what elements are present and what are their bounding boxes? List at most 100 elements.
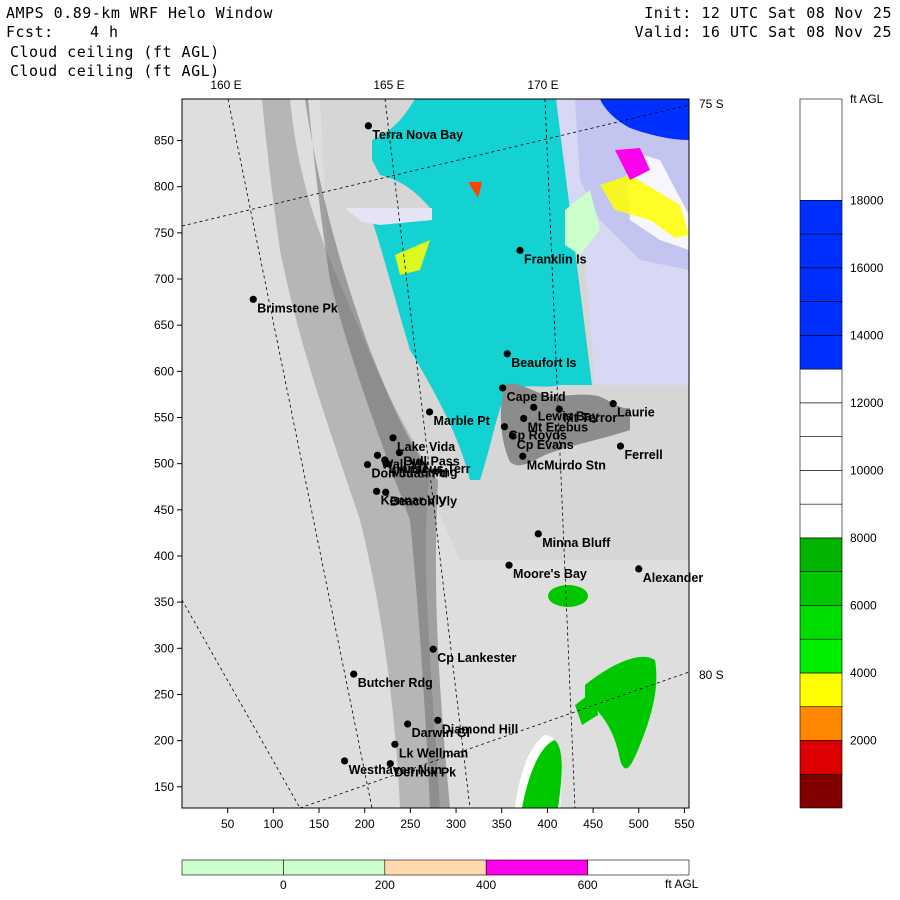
place-label: Cp Evans [517,438,574,452]
bottom-bar-label: 200 [375,878,395,892]
ceiling-patch-green-1 [548,585,588,607]
place-marker [364,122,372,130]
y-tick-label: 350 [154,595,174,609]
colorbar-segment [799,773,843,809]
place-marker [381,456,389,464]
place-marker [373,451,382,459]
place-label: Beaufort Is [511,356,576,370]
place-label: Butcher Rdg [358,676,433,690]
latitude-label: 75 S [699,97,724,111]
colorbar-segment [799,335,843,370]
colorbar-label: 12000 [850,396,884,410]
place-label: Moore's Bay [513,567,587,581]
y-tick-label: 500 [154,457,174,471]
place-marker [616,442,625,450]
x-tick-label: 50 [221,817,235,831]
y-axis: 150 200 250 300 350 400 450 500 550 600 650 700 750 8… [154,134,182,794]
place-marker [500,423,509,431]
colorbar-segment [799,98,843,201]
place-marker [503,350,511,358]
bottom-bar-label: 0 [280,878,287,892]
x-tick-label: 500 [629,817,649,831]
place-label: Cape Bird [507,390,566,404]
place-label: Franklin Is [524,252,587,266]
colorbar-label: 18000 [850,193,884,207]
place-marker [509,432,517,440]
place-label: Cp Lankester [437,651,516,665]
place-marker [404,720,412,728]
colorbar-label: 6000 [850,598,877,612]
place-marker [382,488,390,496]
colorbar-segment [799,706,843,741]
x-tick-label: 550 [674,817,694,831]
place-marker [425,408,434,416]
x-tick-label: 200 [355,817,375,831]
x-tick-label: 450 [583,817,603,831]
x-tick-label: 300 [446,817,466,831]
colorbar-label: 16000 [850,261,884,275]
y-tick-label: 850 [154,134,174,148]
colorbar-label: 2000 [850,733,877,747]
x-tick-label: 150 [309,817,329,831]
x-tick-label: 400 [537,817,557,831]
place-marker [386,760,394,768]
place-label: Terra Nova Bay [372,128,463,142]
x-axis: 50 100 150 200 250 300 350 400 450 500 550 [221,808,695,831]
place-marker [434,716,442,724]
colorbar-segment [799,470,843,505]
bottom-bar-label: 400 [476,878,496,892]
y-tick-label: 800 [154,180,174,194]
place-marker [516,246,524,255]
y-tick-label: 650 [154,318,174,332]
place-label: Laurie [617,406,655,420]
place-marker [499,384,507,392]
longitude-label: 170 E [527,78,558,92]
y-tick-label: 300 [154,641,174,655]
place-label: Ferrell [624,448,662,462]
colorbar-segment [799,267,843,302]
place-marker [530,403,538,411]
bottom-bar-unit: ft AGL [665,877,699,891]
place-marker [350,670,358,678]
place-label: McMurdo Stn [527,458,606,472]
place-marker [429,645,437,653]
place-label: Linnaeus Terr [389,462,471,476]
longitude-label: 160 E [210,78,241,92]
map-figure: 50 100 150 200 250 300 350 400 450 500 550 150 200 2… [154,78,884,892]
bottom-colorbar: 0 200 400 600 [181,859,690,892]
colorbar: 2000 4000 6000 8000 10000 12000 14000 16000 1800… [799,98,884,809]
bottom-bar-segment [384,859,487,876]
bottom-bar-segment [283,859,386,876]
place-label: Lake Vida [397,440,456,454]
place-label: Lk Wellman [399,746,468,760]
bottom-bar-segment [587,859,690,876]
colorbar-segment [799,740,843,775]
colorbar-segment [799,233,843,269]
place-marker [363,460,372,469]
colorbar-segment [799,402,843,437]
colorbar-segment [799,368,843,404]
bottom-bar-segment [181,859,284,876]
place-marker [635,565,643,573]
colorbar-segment [799,301,843,336]
x-tick-label: 250 [400,817,420,831]
y-tick-label: 750 [154,226,174,240]
place-marker [395,448,404,457]
colorbar-unit: ft AGL [850,92,884,106]
colorbar-label: 8000 [850,531,877,545]
y-tick-label: 550 [154,410,174,424]
y-tick-label: 200 [154,734,174,748]
y-tick-label: 450 [154,503,174,517]
place-label: Beacon Vly [390,494,457,508]
colorbar-label: 4000 [850,666,877,680]
colorbar-segment [799,638,843,674]
y-tick-label: 600 [154,364,174,378]
colorbar-label: 14000 [850,328,884,342]
colorbar-segment [799,571,843,606]
place-marker [609,400,617,408]
place-label: Darwin Gl [412,726,470,740]
place-marker [372,487,381,495]
place-label: Brimstone Pk [257,301,338,315]
place-label: Alexander [643,571,704,585]
place-label: Derrick Pk [394,766,456,780]
